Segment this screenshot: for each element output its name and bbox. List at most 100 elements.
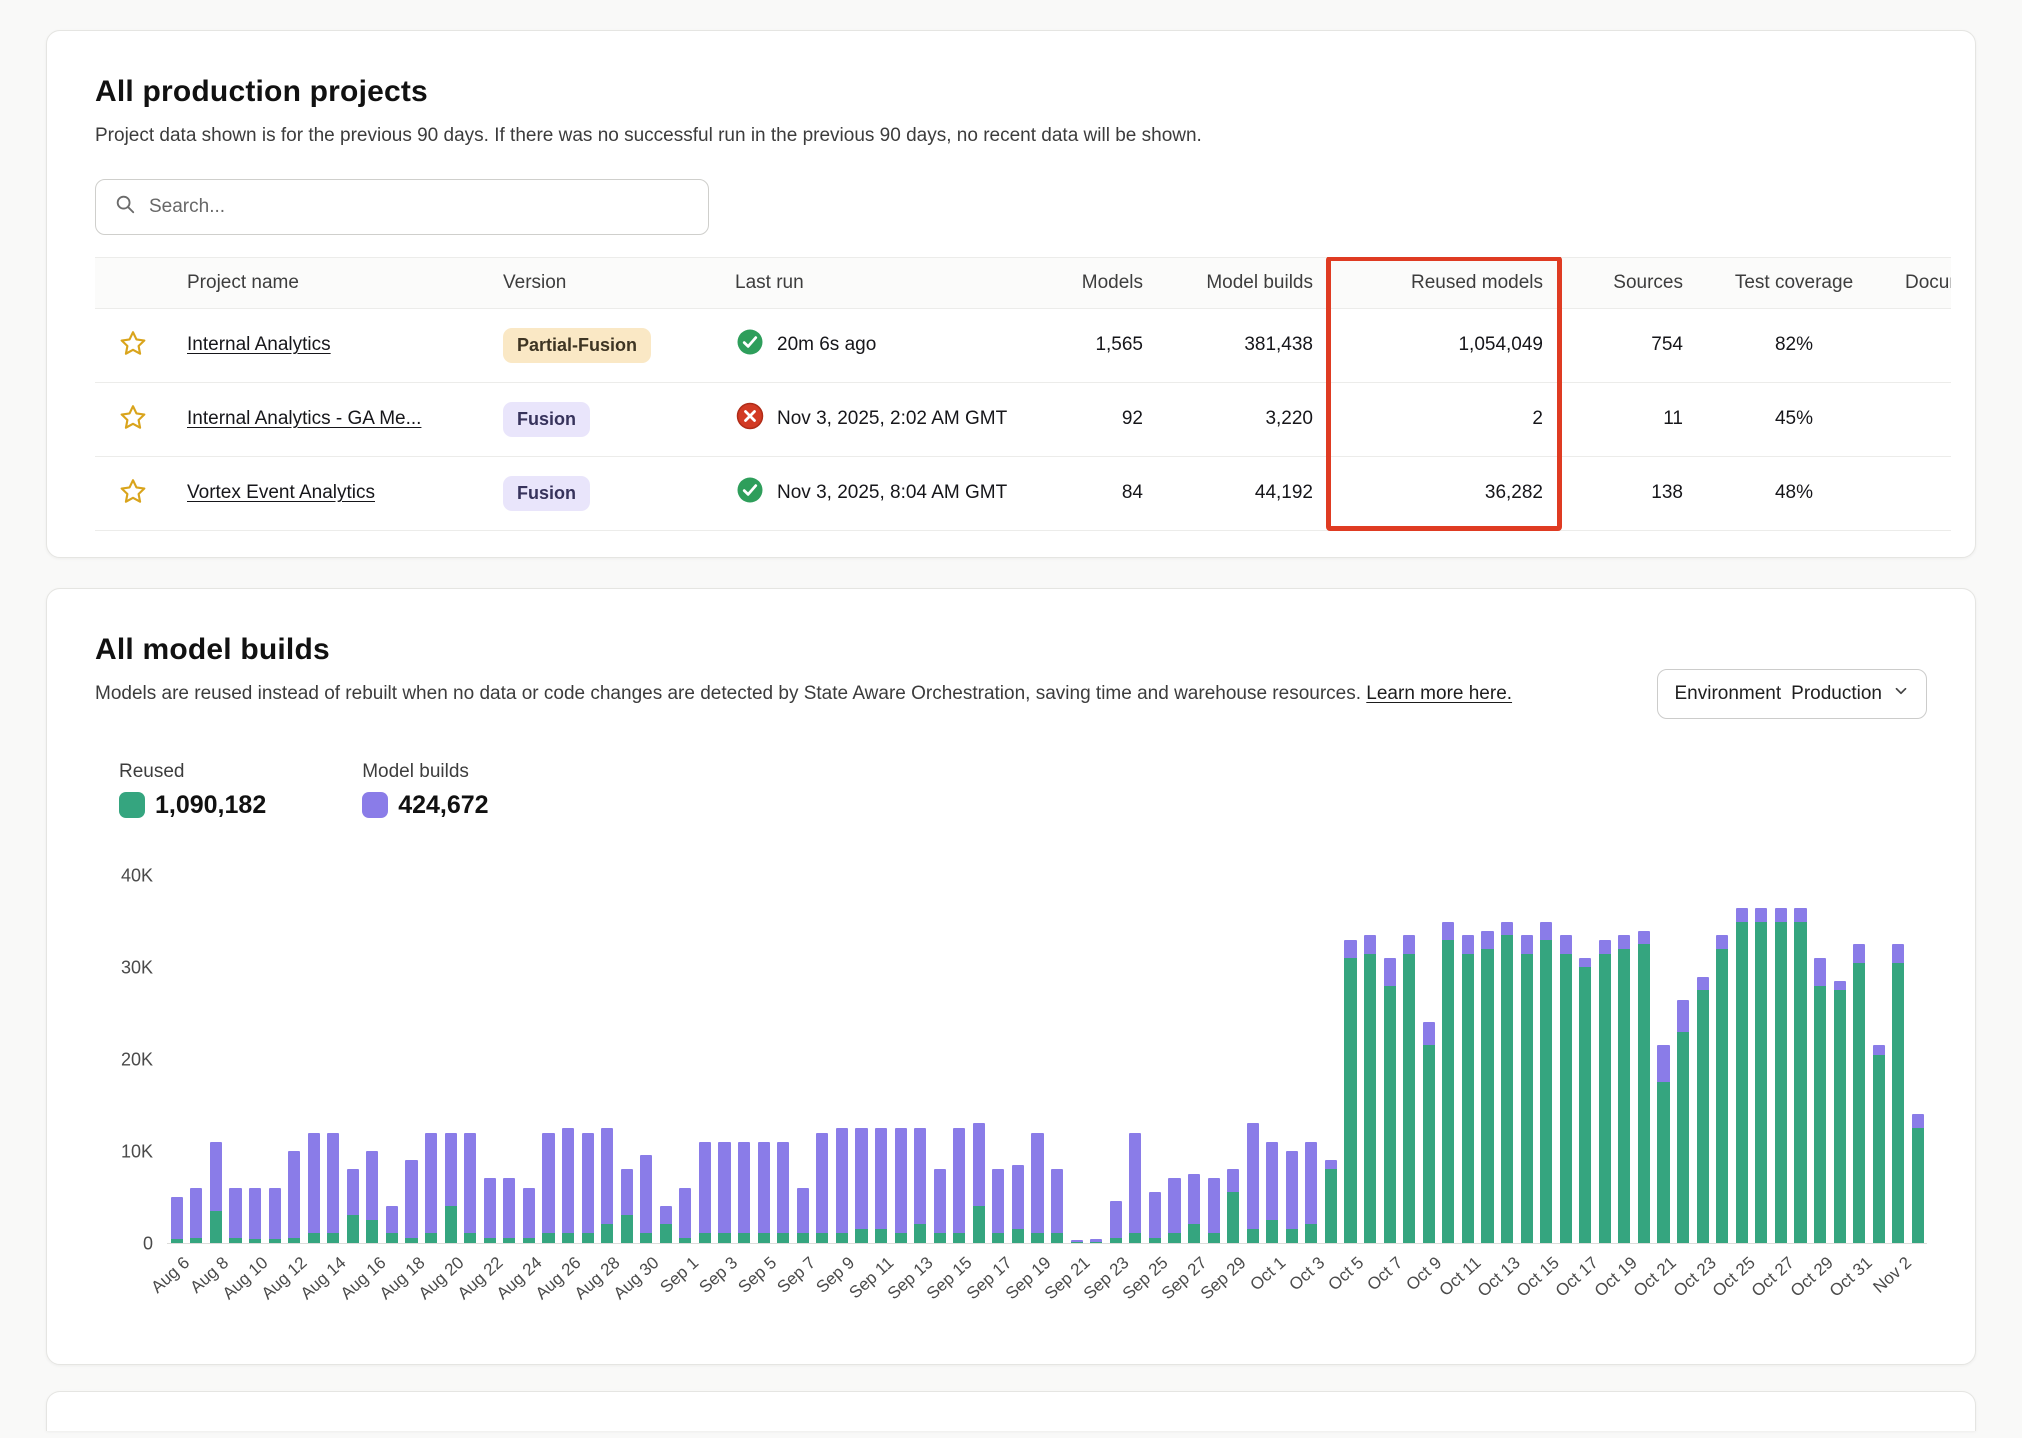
bar-oct-12[interactable] <box>1478 876 1498 1243</box>
bar-aug-12[interactable]: Aug 12 <box>284 876 304 1243</box>
bar-aug-23[interactable] <box>500 876 520 1243</box>
bar-sep-5[interactable]: Sep 5 <box>754 876 774 1243</box>
bar-sep-21[interactable]: Sep 21 <box>1067 876 1087 1243</box>
bar-aug-9[interactable] <box>226 876 246 1243</box>
bar-aug-17[interactable] <box>382 876 402 1243</box>
bar-oct-18[interactable] <box>1595 876 1615 1243</box>
bar-oct-29[interactable]: Oct 29 <box>1810 876 1830 1243</box>
bar-aug-14[interactable]: Aug 14 <box>324 876 344 1243</box>
bar-aug-24[interactable]: Aug 24 <box>519 876 539 1243</box>
bar-sep-18[interactable] <box>1008 876 1028 1243</box>
bar-sep-6[interactable] <box>773 876 793 1243</box>
bar-oct-16[interactable] <box>1556 876 1576 1243</box>
bar-nov-1[interactable] <box>1869 876 1889 1243</box>
bar-sep-9[interactable]: Sep 9 <box>832 876 852 1243</box>
bar-oct-1[interactable]: Oct 1 <box>1263 876 1283 1243</box>
bar-sep-13[interactable]: Sep 13 <box>910 876 930 1243</box>
bar-nov-2[interactable]: Nov 2 <box>1889 876 1909 1243</box>
table-row[interactable]: Internal Analytics - GA Me... Fusion <box>95 382 1951 456</box>
bar-aug-13[interactable] <box>304 876 324 1243</box>
bar-oct-24[interactable] <box>1712 876 1732 1243</box>
bar-aug-18[interactable]: Aug 18 <box>402 876 422 1243</box>
bar-oct-23[interactable]: Oct 23 <box>1693 876 1713 1243</box>
bar-sep-11[interactable]: Sep 11 <box>871 876 891 1243</box>
bar-aug-7[interactable] <box>187 876 207 1243</box>
bar-oct-28[interactable] <box>1791 876 1811 1243</box>
bar-sep-1[interactable]: Sep 1 <box>676 876 696 1243</box>
search-input[interactable] <box>149 196 690 218</box>
bar-oct-5[interactable]: Oct 5 <box>1341 876 1361 1243</box>
bar-sep-20[interactable] <box>1047 876 1067 1243</box>
learn-more-link[interactable]: Learn more here. <box>1366 683 1512 704</box>
bar-aug-16[interactable]: Aug 16 <box>363 876 383 1243</box>
bar-sep-16[interactable] <box>969 876 989 1243</box>
environment-select[interactable]: Environment Production <box>1657 669 1927 719</box>
bar-oct-22[interactable] <box>1673 876 1693 1243</box>
bar-aug-15[interactable] <box>343 876 363 1243</box>
bar-sep-30[interactable] <box>1243 876 1263 1243</box>
bar-aug-22[interactable]: Aug 22 <box>480 876 500 1243</box>
bar-oct-2[interactable] <box>1282 876 1302 1243</box>
bar-oct-31[interactable]: Oct 31 <box>1849 876 1869 1243</box>
bar-aug-30[interactable]: Aug 30 <box>637 876 657 1243</box>
bar-oct-11[interactable]: Oct 11 <box>1458 876 1478 1243</box>
bar-oct-3[interactable]: Oct 3 <box>1302 876 1322 1243</box>
bar-sep-10[interactable] <box>852 876 872 1243</box>
bar-oct-30[interactable] <box>1830 876 1850 1243</box>
bar-sep-24[interactable] <box>1126 876 1146 1243</box>
favorite-star-button[interactable] <box>113 398 153 438</box>
project-name-link[interactable]: Internal Analytics <box>187 334 331 355</box>
bar-sep-8[interactable] <box>813 876 833 1243</box>
bar-sep-2[interactable] <box>695 876 715 1243</box>
bar-oct-20[interactable] <box>1634 876 1654 1243</box>
bar-aug-27[interactable] <box>578 876 598 1243</box>
favorite-star-button[interactable] <box>113 472 153 512</box>
bar-aug-20[interactable]: Aug 20 <box>441 876 461 1243</box>
bar-sep-25[interactable]: Sep 25 <box>1145 876 1165 1243</box>
bar-aug-11[interactable] <box>265 876 285 1243</box>
bar-sep-28[interactable] <box>1204 876 1224 1243</box>
bar-nov-3[interactable] <box>1908 876 1928 1243</box>
bar-oct-14[interactable] <box>1517 876 1537 1243</box>
bar-sep-17[interactable]: Sep 17 <box>989 876 1009 1243</box>
bar-sep-3[interactable]: Sep 3 <box>715 876 735 1243</box>
bar-aug-26[interactable]: Aug 26 <box>558 876 578 1243</box>
bar-aug-19[interactable] <box>421 876 441 1243</box>
bar-sep-26[interactable] <box>1165 876 1185 1243</box>
bar-oct-6[interactable] <box>1360 876 1380 1243</box>
bar-aug-6[interactable]: Aug 6 <box>167 876 187 1243</box>
bar-oct-7[interactable]: Oct 7 <box>1380 876 1400 1243</box>
bar-aug-28[interactable]: Aug 28 <box>597 876 617 1243</box>
bar-oct-8[interactable] <box>1399 876 1419 1243</box>
favorite-star-button[interactable] <box>113 324 153 364</box>
bar-oct-17[interactable]: Oct 17 <box>1576 876 1596 1243</box>
bar-oct-27[interactable]: Oct 27 <box>1771 876 1791 1243</box>
bar-sep-14[interactable] <box>930 876 950 1243</box>
bar-sep-22[interactable] <box>1086 876 1106 1243</box>
project-name-link[interactable]: Internal Analytics - GA Me... <box>187 408 421 429</box>
bar-oct-9[interactable]: Oct 9 <box>1419 876 1439 1243</box>
bar-aug-25[interactable] <box>539 876 559 1243</box>
bar-oct-4[interactable] <box>1321 876 1341 1243</box>
bar-sep-29[interactable]: Sep 29 <box>1223 876 1243 1243</box>
bar-sep-15[interactable]: Sep 15 <box>950 876 970 1243</box>
bar-sep-19[interactable]: Sep 19 <box>1028 876 1048 1243</box>
bar-oct-26[interactable] <box>1752 876 1772 1243</box>
project-name-link[interactable]: Vortex Event Analytics <box>187 482 375 503</box>
bar-oct-19[interactable]: Oct 19 <box>1615 876 1635 1243</box>
bar-aug-31[interactable] <box>656 876 676 1243</box>
bar-oct-15[interactable]: Oct 15 <box>1536 876 1556 1243</box>
bar-aug-10[interactable]: Aug 10 <box>245 876 265 1243</box>
bar-aug-21[interactable] <box>460 876 480 1243</box>
bar-sep-27[interactable]: Sep 27 <box>1184 876 1204 1243</box>
bar-oct-10[interactable] <box>1439 876 1459 1243</box>
bar-aug-29[interactable] <box>617 876 637 1243</box>
bar-sep-4[interactable] <box>734 876 754 1243</box>
bar-oct-13[interactable]: Oct 13 <box>1497 876 1517 1243</box>
bar-aug-8[interactable]: Aug 8 <box>206 876 226 1243</box>
bar-sep-7[interactable]: Sep 7 <box>793 876 813 1243</box>
bar-oct-25[interactable]: Oct 25 <box>1732 876 1752 1243</box>
table-row[interactable]: Internal Analytics Partial-Fusion <box>95 308 1951 382</box>
bar-oct-21[interactable]: Oct 21 <box>1654 876 1674 1243</box>
bar-sep-23[interactable]: Sep 23 <box>1106 876 1126 1243</box>
